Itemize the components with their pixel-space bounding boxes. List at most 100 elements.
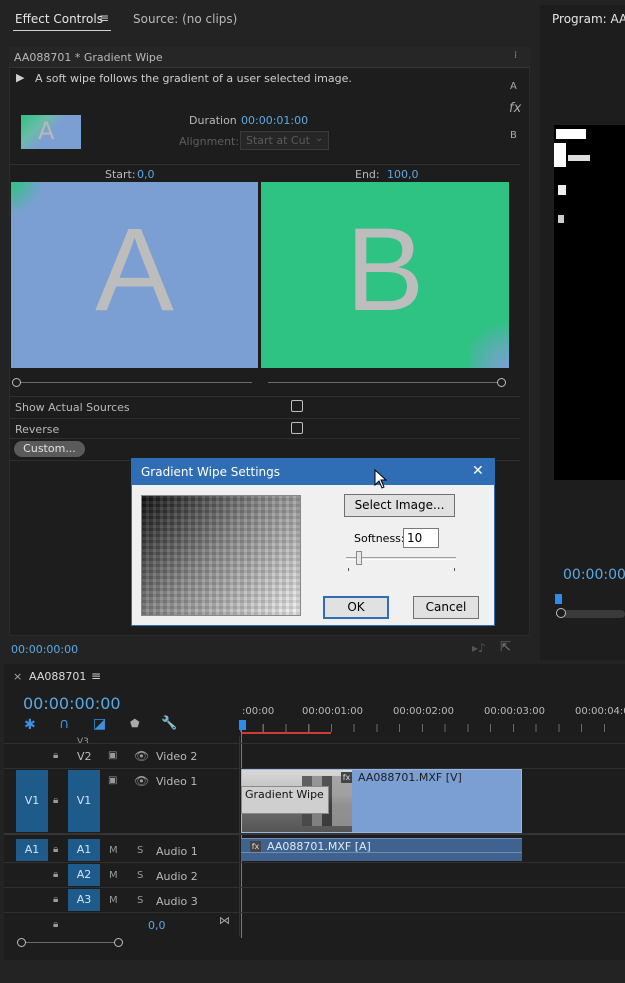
export-icon[interactable]: ⇱ xyxy=(500,640,511,655)
target-v1[interactable]: V1 xyxy=(68,770,100,832)
custom-button[interactable]: Custom... xyxy=(14,441,85,457)
end-slider-track[interactable] xyxy=(268,382,504,383)
add-marker-icon[interactable]: ◪ xyxy=(93,716,106,732)
transition-clip[interactable]: Gradient Wipe xyxy=(241,786,329,814)
film-icon[interactable]: ▣ xyxy=(108,775,117,786)
timeline-zoom-left-handle[interactable] xyxy=(17,938,26,947)
fx-badge: fx xyxy=(250,841,261,852)
playhead-marker[interactable] xyxy=(239,720,246,730)
tab-active-underline xyxy=(13,30,111,31)
duration-label: Duration xyxy=(189,114,237,127)
start-slider-handle[interactable] xyxy=(12,378,21,387)
track-name-v1: Video 1 xyxy=(156,775,198,788)
grip-icon[interactable]: ⁞ xyxy=(514,50,517,61)
solo-button[interactable]: S xyxy=(137,870,143,881)
source-patch-a1[interactable]: A1 xyxy=(16,839,48,861)
preview-b-letter: B xyxy=(345,204,425,336)
header-column-divider xyxy=(239,736,240,936)
target-a1[interactable]: A1 xyxy=(68,839,100,861)
target-a1-label: A1 xyxy=(76,843,92,856)
softness-slider-track[interactable] xyxy=(346,557,456,560)
master-volume-value[interactable]: 0,0 xyxy=(148,919,166,932)
play-audio-icon[interactable]: ▸♪ xyxy=(472,641,486,655)
show-actual-sources-checkbox[interactable] xyxy=(291,400,303,412)
program-frame-speck xyxy=(554,143,566,167)
start-label: Start: xyxy=(105,168,136,181)
program-timecode[interactable]: 00:00:00 xyxy=(563,567,625,583)
alignment-dropdown[interactable]: Start at Cut ⌄ xyxy=(240,131,329,150)
target-v1-label: V1 xyxy=(76,794,92,807)
duration-value[interactable]: 00:00:01:00 xyxy=(241,114,308,127)
preview-b: B xyxy=(261,182,509,368)
sequence-tab[interactable]: AA088701 xyxy=(29,670,86,683)
program-video xyxy=(554,125,625,480)
ok-label: OK xyxy=(347,600,365,614)
tab-source[interactable]: Source: (no clips) xyxy=(133,12,237,26)
softness-label: Softness: xyxy=(354,532,405,545)
linked-selection-icon[interactable]: ∩ xyxy=(59,716,69,732)
audio-clip[interactable]: fx AA088701.MXF [A] xyxy=(241,838,522,861)
end-value[interactable]: 100,0 xyxy=(387,168,419,181)
lock-icon[interactable]: 🔒︎ xyxy=(53,894,58,905)
select-image-label: Select Image... xyxy=(354,498,445,512)
timeline-zoom-track[interactable] xyxy=(22,942,118,943)
program-frame-speck xyxy=(568,155,590,161)
marker-icon[interactable]: ⬟ xyxy=(130,717,140,730)
softness-slider-thumb[interactable] xyxy=(356,551,363,565)
solo-button[interactable]: S xyxy=(137,895,143,906)
preview-a-letter: A xyxy=(95,204,174,336)
wrench-icon[interactable]: 🔧 xyxy=(161,716,177,731)
mute-button[interactable]: M xyxy=(109,845,118,856)
cancel-button[interactable]: Cancel xyxy=(413,596,479,619)
track-label-v3: V3 xyxy=(77,737,89,747)
ec-timecode[interactable]: 00:00:00:00 xyxy=(11,643,78,656)
go-to-end-icon[interactable]: ⋈ xyxy=(219,914,230,927)
program-scroll-track[interactable] xyxy=(562,610,625,618)
work-area-bar[interactable] xyxy=(241,732,331,734)
panel-menu-icon[interactable]: ≡ xyxy=(99,11,109,25)
divider xyxy=(10,164,520,165)
mute-button[interactable]: M xyxy=(109,895,118,906)
clip-header-title: AA088701 * Gradient Wipe xyxy=(14,51,163,64)
solo-button[interactable]: S xyxy=(137,845,143,856)
lock-icon[interactable]: 🔒︎ xyxy=(53,750,58,761)
target-a3[interactable]: A3 xyxy=(68,889,100,911)
eye-icon[interactable]: 👁︎ xyxy=(134,774,149,788)
timeline-zoom-right-handle[interactable] xyxy=(114,938,123,947)
film-icon[interactable]: ▣ xyxy=(108,750,117,761)
show-actual-sources-label: Show Actual Sources xyxy=(15,401,130,414)
lock-icon[interactable]: 🔒︎ xyxy=(53,795,58,806)
program-scroll-handle[interactable] xyxy=(556,608,566,618)
tab-effect-controls[interactable]: Effect Controls xyxy=(15,12,103,26)
start-value[interactable]: 0,0 xyxy=(137,168,155,181)
program-playhead[interactable] xyxy=(555,594,562,604)
alignment-value: Start at Cut xyxy=(246,134,310,147)
close-sequence-icon[interactable]: × xyxy=(13,670,22,683)
eye-icon[interactable]: 👁︎ xyxy=(134,749,149,763)
softness-value: 10 xyxy=(407,531,423,545)
program-title: Program: AA0 xyxy=(552,12,625,26)
start-slider-track[interactable] xyxy=(17,382,252,383)
mute-button[interactable]: M xyxy=(109,870,118,881)
reverse-checkbox[interactable] xyxy=(291,422,303,434)
chevron-down-icon: ⌄ xyxy=(315,133,324,144)
fx-badge: fx xyxy=(341,772,352,783)
select-image-button[interactable]: Select Image... xyxy=(344,494,455,517)
lock-icon[interactable]: 🔒︎ xyxy=(53,919,58,930)
timeline-timecode[interactable]: 00:00:00:00 xyxy=(23,694,121,713)
play-transition-icon[interactable]: ▶ xyxy=(16,71,24,84)
softness-input[interactable]: 10 xyxy=(403,528,439,548)
source-patch-v1[interactable]: V1 xyxy=(16,770,48,832)
track-divider xyxy=(4,862,625,863)
target-a2[interactable]: A2 xyxy=(68,864,100,886)
lock-icon[interactable]: 🔒︎ xyxy=(53,869,58,880)
end-slider-handle[interactable] xyxy=(497,378,506,387)
close-icon[interactable]: ✕ xyxy=(472,463,484,479)
lock-icon[interactable]: 🔒︎ xyxy=(53,844,58,855)
ok-button[interactable]: OK xyxy=(323,596,389,619)
fx-icon[interactable]: fx xyxy=(509,101,521,116)
track-id-v2[interactable]: V2 xyxy=(77,750,92,763)
track-name-a1: Audio 1 xyxy=(156,845,198,858)
sequence-menu-icon[interactable]: ≡ xyxy=(91,669,101,683)
snap-icon[interactable]: ✱ xyxy=(24,717,36,733)
